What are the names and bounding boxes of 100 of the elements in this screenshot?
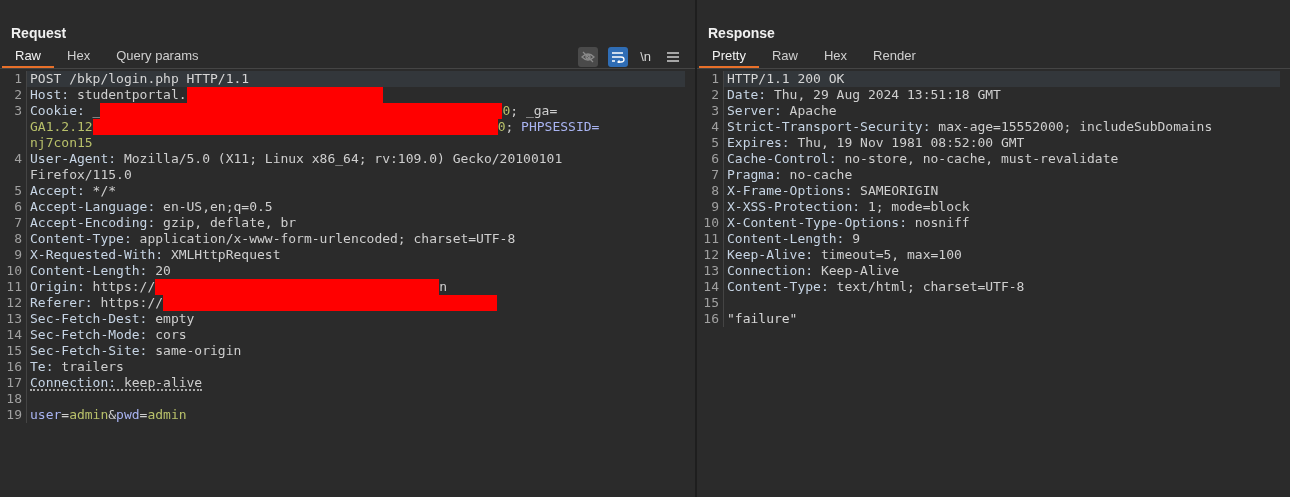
header-name: Content-Length: [30, 263, 148, 279]
header-value: no-cache [788, 167, 853, 183]
param-name: pwd [116, 407, 140, 423]
header-value: 20 [154, 263, 171, 279]
header-value: ; [505, 119, 515, 135]
header-name: Connection: [30, 375, 117, 391]
line-number: 2 [710, 87, 720, 103]
panel-title: Response [707, 24, 776, 43]
line-number: 10 [5, 263, 23, 279]
header-value: */* [91, 183, 117, 199]
header-value: Thu, 19 Nov 1981 08:52:00 GMT [796, 135, 1025, 151]
line-number: 11 [5, 279, 23, 295]
newline-toggle[interactable]: \n [638, 49, 653, 64]
line-number: 6 [710, 151, 720, 167]
header-name: Accept: [30, 183, 85, 199]
header-name: X-XSS-Protection: [727, 199, 861, 215]
view-tab[interactable]: Query params [103, 47, 212, 68]
header-name: User-Agent: [30, 151, 117, 167]
view-tab[interactable]: Hex [811, 47, 861, 68]
header-value: timeout=5, max=100 [819, 247, 962, 263]
header-name: Cache-Control: [727, 151, 837, 167]
header-value: Mozilla/5.0 (X11; Linux x86_64; rv:109.0) Gecko/20100101 [122, 151, 563, 167]
header-value: en-US,en;q=0.5 [162, 199, 273, 215]
line-number: 4 [710, 119, 720, 135]
line-number: 13 [5, 311, 23, 327]
line-number: 3 [13, 103, 23, 119]
cookie-value: 0 [502, 103, 511, 119]
header-value: Apache [788, 103, 837, 119]
header-value: studentportal. [75, 87, 187, 103]
code-text: POST /bkp/login.php HTTP/1.1 [30, 71, 250, 87]
header-name: Connection: [727, 263, 814, 279]
view-tab[interactable]: Hex [54, 47, 104, 68]
line-number: 2 [13, 87, 23, 103]
line-number: 10 [702, 215, 720, 231]
cookie-value: GA1.2.12 [30, 119, 93, 135]
line-number: 9 [710, 199, 720, 215]
header-value: trailers [60, 359, 124, 375]
header-value: application/x-www-form-urlencoded; charset=UTF-8 [138, 231, 516, 247]
line-number: 14 [5, 327, 23, 343]
header-name: Accept-Encoding: [30, 215, 156, 231]
header-value: gzip, deflate, br [162, 215, 297, 231]
line-number: 1 [710, 71, 720, 87]
line-number: 12 [5, 295, 23, 311]
header-value: ; _ga= [510, 103, 558, 119]
wrap-icon[interactable] [608, 46, 629, 67]
line-number: 17 [5, 375, 23, 391]
header-name: Server: [727, 103, 782, 119]
header-value: & [108, 407, 117, 423]
header-value: no-store, no-cache, must-revalidate [843, 151, 1119, 167]
view-tab[interactable]: Raw [2, 47, 54, 68]
line-number: 1 [13, 71, 23, 87]
view-tab[interactable]: Render [860, 47, 929, 68]
line-number: 14 [702, 279, 720, 295]
code-text: "failure" [727, 311, 798, 327]
header-value: Thu, 29 Aug 2024 13:51:18 GMT [772, 87, 1001, 103]
header-name: Cookie: [30, 103, 85, 119]
param-name: PHPSESSID= [521, 119, 600, 135]
header-name: Accept-Language: [30, 199, 156, 215]
line-number: 12 [702, 247, 720, 263]
param-name: user [30, 407, 62, 423]
cookie-value: admin [147, 407, 187, 423]
line-number: 7 [710, 167, 720, 183]
header-name: Content-Type: [727, 279, 829, 295]
header-value: max-age=15552000; includeSubDomains [937, 119, 1213, 135]
line-number: 8 [13, 231, 23, 247]
header-value: = [139, 407, 148, 423]
cookie-value: nj7con15 [30, 135, 93, 151]
view-tab[interactable]: Raw [758, 47, 811, 68]
header-value: XMLHttpRequest [169, 247, 281, 263]
line-number: 11 [702, 231, 720, 247]
header-value: = [61, 407, 70, 423]
line-number: 19 [5, 407, 23, 423]
header-name: Sec-Fetch-Dest: [30, 311, 148, 327]
line-number: 13 [702, 263, 720, 279]
line-number: 16 [5, 359, 23, 375]
header-value: Firefox/115.0 [30, 167, 132, 183]
header-name: Te: [30, 359, 54, 375]
header-name: Strict-Transport-Security: [727, 119, 931, 135]
header-value: text/html; charset=UTF-8 [835, 279, 1025, 295]
header-value: 1; mode=block [866, 199, 970, 215]
header-name: Origin: [30, 279, 85, 295]
header-name: X-Content-Type-Options: [727, 215, 907, 231]
header-value: nosniff [913, 215, 970, 231]
header-value: https:// [99, 295, 164, 311]
header-value: keep-alive [122, 375, 203, 391]
header-name: X-Frame-Options: [727, 183, 853, 199]
header-name: Content-Type: [30, 231, 132, 247]
line-number: 8 [710, 183, 720, 199]
header-value: n [439, 279, 448, 295]
header-name: Sec-Fetch-Site: [30, 343, 148, 359]
header-value: 9 [851, 231, 861, 247]
cookie-value: 0 [497, 119, 506, 135]
view-tab[interactable]: Pretty [699, 47, 759, 68]
line-number: 5 [13, 183, 23, 199]
code-text: HTTP/1.1 200 OK [727, 71, 845, 87]
panel-title: Request [10, 24, 68, 43]
header-name: Expires: [727, 135, 790, 151]
header-name: Keep-Alive: [727, 247, 814, 263]
hide-icon[interactable] [578, 46, 599, 67]
line-number: 18 [5, 391, 23, 407]
